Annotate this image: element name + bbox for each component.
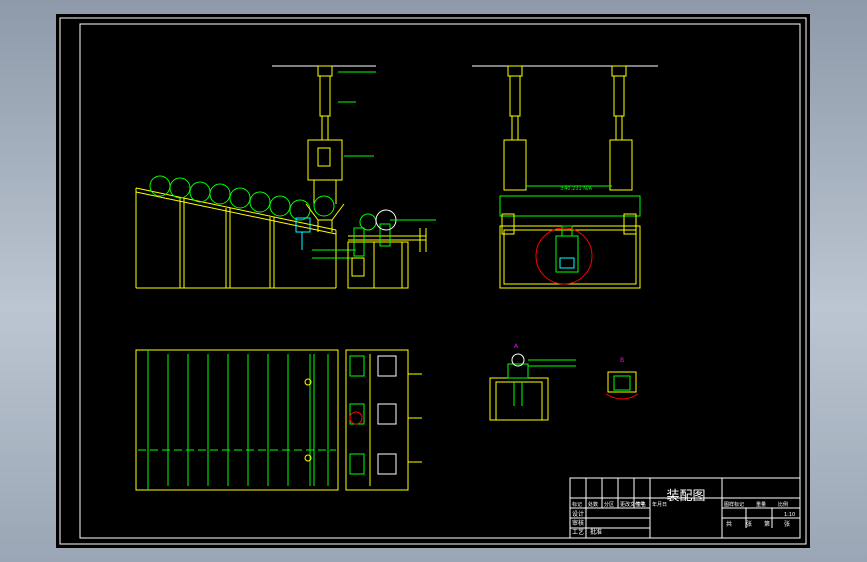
header-label-signature: 签名	[636, 501, 646, 508]
title-block	[569, 477, 801, 539]
header-label-mark: 标记	[572, 501, 582, 508]
header-label-count: 处数	[588, 501, 598, 508]
drawing-title: 装配图	[666, 489, 705, 504]
detail-view-b: B	[605, 357, 639, 400]
plan-view	[135, 349, 422, 491]
sheet-info-sheet: 张	[784, 520, 790, 528]
title-block-right-header: 图样标记 重量 比例 1:10	[724, 501, 795, 518]
detail-mark-a-label: A	[514, 343, 519, 350]
sheet-info-number: 第	[764, 520, 770, 528]
row-label-design: 设计	[572, 510, 584, 518]
front-elevation-view: ±40.231 N/A	[472, 65, 658, 289]
assembly-drawing: ±40.231 N/A A B 装配图 标记 处数 分区 更改文件号 签名 年月…	[59, 17, 807, 545]
right-header-scale: 比例	[778, 501, 788, 508]
cad-viewport[interactable]: ±40.231 N/A A B 装配图 标记 处数 分区 更改文件号 签名 年月…	[56, 14, 810, 548]
outer-sheet-border	[59, 17, 807, 545]
scale-value: 1:10	[784, 512, 795, 518]
side-elevation-view	[135, 65, 436, 289]
row-label-approve: 批准	[590, 528, 602, 536]
right-header-weight: 重量	[756, 501, 766, 508]
sheet-info-sheets: 张	[746, 520, 752, 528]
detail-view-a: A	[489, 343, 576, 421]
right-header-drawing-mark: 图样标记	[724, 501, 744, 508]
header-label-date: 年月日	[652, 501, 667, 508]
title-block-row-labels: 设计 审核 工艺 批准	[572, 510, 602, 536]
sheet-info-total: 共	[726, 520, 732, 528]
row-label-process: 工艺	[572, 528, 584, 536]
header-label-zone: 分区	[604, 501, 614, 508]
beam-span-label: ±40.231 N/A	[560, 186, 593, 192]
title-block-sheet-info: 共 张 第 张	[726, 520, 790, 528]
row-label-review: 审核	[572, 519, 584, 527]
detail-mark-b-label: B	[620, 357, 624, 364]
